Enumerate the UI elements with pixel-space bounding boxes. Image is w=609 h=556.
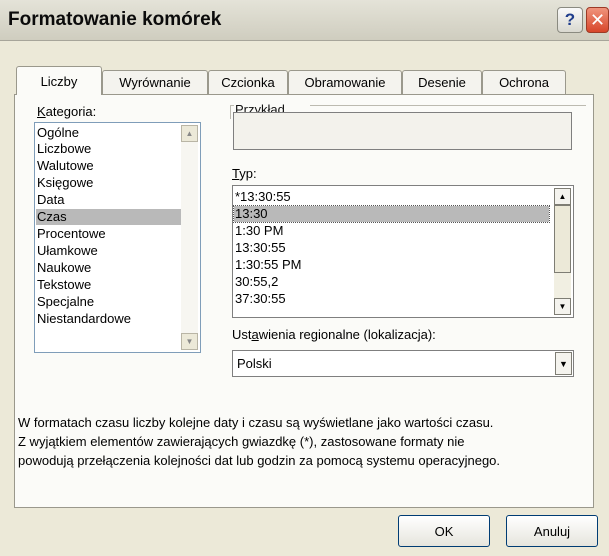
type-label: Typ: (232, 166, 257, 181)
type-item-3[interactable]: 13:30:55 (235, 240, 286, 256)
tab-czcionka[interactable]: Czcionka (208, 70, 288, 94)
description-text: W formatach czasu liczby kolejne daty i … (18, 413, 500, 470)
category-item-ksiegowe[interactable]: Księgowe (37, 175, 93, 191)
description-line: Z wyjątkiem elementów zawierających gwia… (18, 434, 465, 449)
tab-liczby[interactable]: Liczby (16, 66, 102, 95)
category-item-ogolne[interactable]: Ogólne (37, 125, 79, 141)
category-item-niestandardowe[interactable]: Niestandardowe (37, 311, 131, 327)
window-title: Formatowanie komórek (8, 9, 222, 30)
help-icon: ? (564, 10, 576, 29)
close-button[interactable]: ✕ (586, 7, 609, 33)
tab-obramowanie[interactable]: Obramowanie (288, 70, 402, 94)
description-line: powodują przełączenia kolejności dat lub… (18, 453, 501, 468)
category-item-data[interactable]: Data (37, 192, 64, 208)
category-item-czas[interactable]: Czas (36, 209, 183, 225)
type-item-1[interactable]: 13:30 (233, 205, 550, 223)
ok-button[interactable]: OK (398, 515, 490, 547)
tab-label: Ochrona (499, 75, 549, 90)
tab-desenie[interactable]: Desenie (402, 70, 482, 94)
tab-wyrownanie[interactable]: Wyrównanie (102, 70, 208, 94)
cancel-button[interactable]: Anuluj (506, 515, 598, 547)
category-list[interactable]: Ogólne Liczbowe Walutowe Księgowe Data C… (34, 122, 201, 353)
title-bar[interactable]: Formatowanie komórek ? ✕ (0, 0, 609, 41)
type-item-2[interactable]: 1:30 PM (235, 223, 283, 239)
scroll-up-icon[interactable]: ▲ (181, 125, 198, 142)
close-icon: ✕ (589, 9, 606, 30)
category-item-ulamkowe[interactable]: Ułamkowe (37, 243, 98, 259)
tab-label: Desenie (418, 75, 466, 90)
category-item-liczbowe[interactable]: Liczbowe (37, 141, 91, 157)
type-item-5[interactable]: 30:55,2 (235, 274, 278, 290)
scroll-down-icon[interactable]: ▼ (181, 333, 198, 350)
category-item-walutowe[interactable]: Walutowe (37, 158, 94, 174)
description-line: W formatach czasu liczby kolejne daty i … (18, 415, 494, 430)
locale-value: Polski (237, 356, 272, 371)
scroll-up-icon[interactable]: ▲ (554, 188, 571, 205)
category-item-tekstowe[interactable]: Tekstowe (37, 277, 91, 293)
category-item-procentowe[interactable]: Procentowe (37, 226, 106, 242)
scroll-thumb[interactable] (554, 205, 571, 273)
type-item-0[interactable]: *13:30:55 (235, 189, 291, 205)
sample-preview (233, 112, 572, 150)
category-item-specjalne[interactable]: Specjalne (37, 294, 94, 310)
locale-label: Ustawienia regionalne (lokalizacja): (232, 327, 436, 342)
tab-label: Obramowanie (304, 75, 386, 90)
tab-label: Czcionka (221, 75, 275, 90)
chevron-down-icon[interactable]: ▼ (555, 352, 572, 375)
tab-label: Liczby (40, 73, 78, 89)
locale-dropdown[interactable]: Polski ▼ (232, 350, 574, 377)
tab-label: Wyrównanie (119, 75, 191, 90)
type-scrollbar[interactable]: ▲ ▼ (554, 188, 571, 315)
category-label: Kategoria: (37, 104, 97, 119)
tab-ochrona[interactable]: Ochrona (482, 70, 566, 94)
help-button[interactable]: ? (557, 7, 583, 33)
type-list[interactable]: *13:30:55 13:30 1:30 PM 13:30:55 1:30:55… (232, 185, 574, 318)
type-item-4[interactable]: 1:30:55 PM (235, 257, 302, 273)
scroll-down-icon[interactable]: ▼ (554, 298, 571, 315)
category-scrollbar[interactable]: ▲ ▼ (181, 125, 198, 350)
type-item-6[interactable]: 37:30:55 (235, 291, 286, 307)
category-item-naukowe[interactable]: Naukowe (37, 260, 91, 276)
